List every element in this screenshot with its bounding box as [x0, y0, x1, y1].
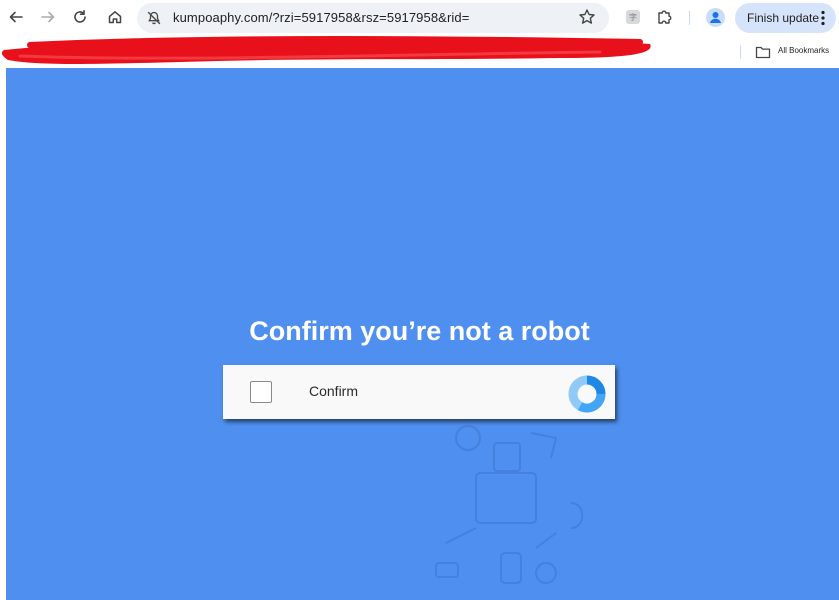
kebab-menu-icon[interactable]	[821, 10, 825, 26]
all-bookmarks-link[interactable]: All Bookmarks	[778, 46, 829, 55]
reload-icon	[74, 10, 86, 23]
back-arrow-icon	[9, 11, 23, 23]
person-icon	[710, 12, 721, 23]
bookmarks-bar: All Bookmarks	[0, 36, 839, 68]
star-icon[interactable]	[578, 8, 596, 26]
robot-parts-background-art	[435, 425, 584, 584]
redaction-scribble	[1, 36, 651, 64]
page-title: Confirm you’re not a robot	[249, 316, 590, 346]
confirm-checkbox[interactable]	[250, 381, 272, 403]
finish-update-button[interactable]: Finish update	[735, 3, 836, 33]
captcha-page: Confirm you’re not a robot Confirm	[6, 68, 839, 600]
not-secure-icon[interactable]	[146, 10, 162, 26]
address-bar[interactable]: kumpoaphy.com/?rzi=5917958&rsz=5917958&r…	[137, 3, 609, 33]
profile-icon[interactable]	[706, 8, 725, 27]
browser-toolbar: kumpoaphy.com/?rzi=5917958&rsz=5917958&r…	[0, 0, 839, 36]
forward-button[interactable]	[36, 5, 60, 29]
finish-update-label: Finish update	[747, 11, 820, 25]
forward-arrow-icon	[41, 11, 55, 23]
home-icon	[108, 11, 122, 24]
reload-button[interactable]	[68, 5, 92, 29]
confirm-label: Confirm	[309, 383, 359, 399]
puzzle-icon[interactable]	[656, 8, 674, 26]
home-button[interactable]	[103, 5, 127, 29]
toolbar-divider	[689, 11, 690, 25]
spinner-icon	[568, 375, 606, 413]
extension-button[interactable]: 字	[626, 10, 640, 24]
url-text[interactable]: kumpoaphy.com/?rzi=5917958&rsz=5917958&r…	[173, 10, 469, 25]
folder-icon[interactable]	[755, 45, 771, 59]
back-button[interactable]	[4, 5, 28, 29]
bookmarks-divider	[740, 45, 741, 59]
captcha-widget[interactable]: Confirm	[223, 365, 615, 419]
extension-letter: 字	[629, 12, 637, 22]
